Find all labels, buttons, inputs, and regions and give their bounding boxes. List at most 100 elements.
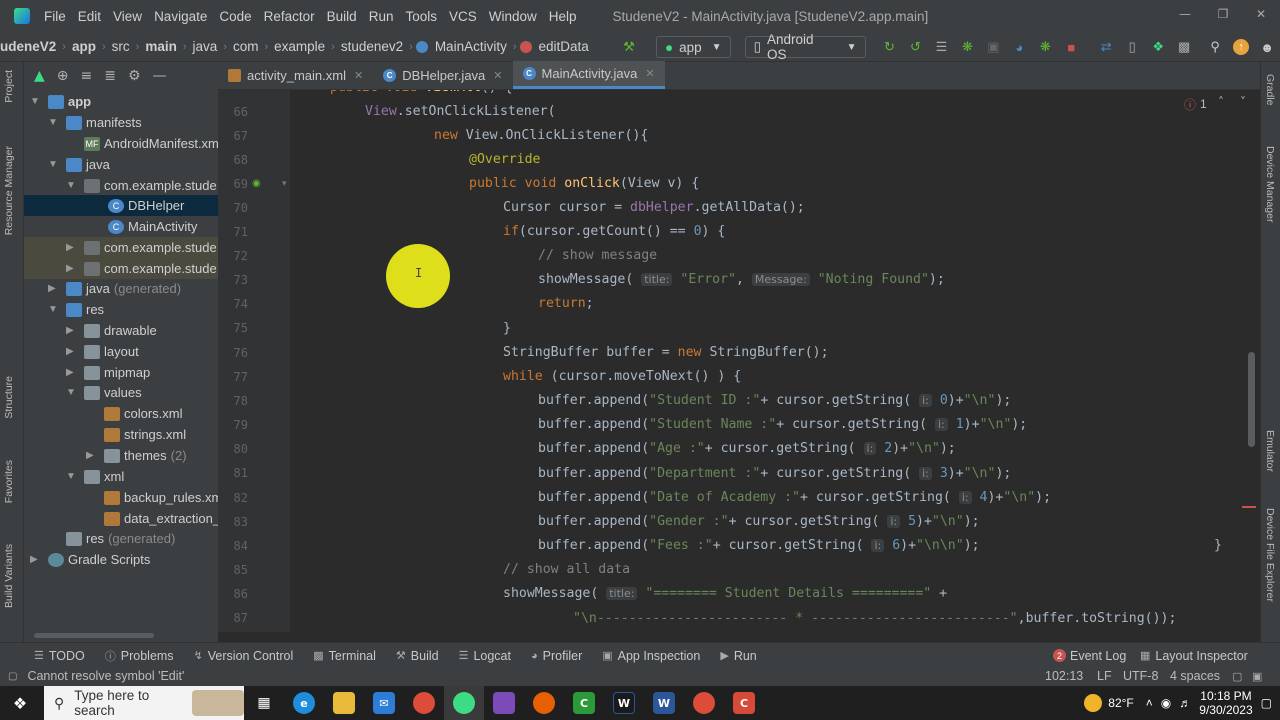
caret-position[interactable]: 102:13	[1045, 669, 1083, 683]
task-view-button[interactable]: ▦	[244, 686, 284, 720]
debug-icon[interactable]: ❋	[959, 39, 975, 55]
tree-item-values[interactable]: ▼ values	[66, 382, 142, 403]
collapse-all-icon[interactable]: ≣	[104, 68, 116, 84]
tree-item-themes[interactable]: ▶ themes (2)	[86, 445, 187, 466]
start-button[interactable]: ❖	[0, 686, 40, 720]
debug-attach-icon[interactable]: ❋	[1037, 39, 1053, 55]
toolwin-run[interactable]: ▶ Run	[720, 649, 756, 663]
tree-item-package[interactable]: ▼ com.example.stude	[66, 175, 217, 196]
tree-item-package-androidtest[interactable]: ▶ com.example.stude	[24, 237, 218, 258]
tree-item-xml[interactable]: ▼ xml	[66, 466, 124, 487]
search-icon[interactable]: ⚲	[1207, 39, 1223, 55]
toolwin-event-log[interactable]: 2 Event Log	[1053, 649, 1126, 663]
taskbar-chrome[interactable]	[404, 686, 444, 720]
tree-item-res-generated[interactable]: res (generated)	[66, 528, 175, 549]
vertical-scrollbar[interactable]	[1248, 352, 1255, 447]
breadcrumb-java[interactable]: java	[190, 39, 221, 54]
taskbar-visual-studio[interactable]	[484, 686, 524, 720]
tab-activity-main-xml[interactable]: activity_main.xml ✕	[218, 61, 373, 89]
tab-emulator[interactable]: Emulator	[1264, 430, 1276, 472]
breadcrumb-com[interactable]: com	[230, 39, 262, 54]
tree-item-gradle-scripts[interactable]: ▶ Gradle Scripts	[30, 549, 150, 570]
hammer-icon[interactable]: ⚒	[621, 39, 637, 55]
tab-device-file-explorer[interactable]: Device File Explorer	[1264, 508, 1276, 602]
horizontal-scrollbar[interactable]	[34, 633, 154, 638]
tree-item-colors[interactable]: colors.xml	[104, 403, 183, 424]
menu-view[interactable]: View	[107, 9, 148, 24]
toolwin-problems[interactable]: ⓘ Problems	[105, 648, 174, 664]
taskbar-chrome-2[interactable]	[684, 686, 724, 720]
tree-item-dbhelper[interactable]: C DBHelper	[24, 195, 218, 216]
override-marker-icon[interactable]: ◉	[252, 178, 261, 189]
tree-item-androidmanifest[interactable]: MF AndroidManifest.xml	[84, 133, 218, 154]
taskbar-word-dark[interactable]: W	[604, 686, 644, 720]
error-stripe-marker[interactable]	[1242, 506, 1256, 508]
fold-marker-icon[interactable]: ▾	[282, 179, 287, 189]
menu-run[interactable]: Run	[363, 9, 400, 24]
attach-icon[interactable]: ▣	[985, 39, 1001, 55]
inspection-error-icon[interactable]: ⓘ	[1184, 96, 1196, 113]
lock-icon[interactable]: ▢	[1232, 670, 1242, 683]
taskbar-camtasia[interactable]: C	[564, 686, 604, 720]
android-icon[interactable]: ▲	[34, 68, 45, 84]
network-icon[interactable]: ◉	[1161, 696, 1171, 710]
tab-project[interactable]: Project	[3, 70, 15, 103]
device-select[interactable]: ▯ Android OS ▼	[744, 32, 866, 62]
tree-item-strings[interactable]: strings.xml	[104, 424, 186, 445]
file-encoding[interactable]: UTF-8	[1123, 669, 1158, 683]
clock[interactable]: 10:18 PM 9/30/2023	[1199, 689, 1252, 717]
sync-icon[interactable]: ⇄	[1098, 39, 1114, 55]
user-icon[interactable]: ☻	[1259, 39, 1275, 55]
memory-icon[interactable]: ▣	[1252, 670, 1262, 683]
stop-icon[interactable]: ■	[1063, 39, 1079, 55]
tab-build-variants[interactable]: Build Variants	[3, 544, 15, 608]
breadcrumb-src[interactable]: src	[109, 39, 133, 54]
device-explorer-icon[interactable]: ▩	[1176, 39, 1192, 55]
notification-icon[interactable]: ▢	[1261, 696, 1272, 710]
tree-item-app[interactable]: ▼ app	[30, 91, 91, 112]
gear-icon[interactable]: ⚙	[128, 68, 141, 84]
tree-item-package-test[interactable]: ▶ com.example.stude	[24, 258, 218, 279]
taskbar-recorder[interactable]: C	[724, 686, 764, 720]
tree-item-backup-rules[interactable]: backup_rules.xml	[104, 487, 218, 508]
menu-refactor[interactable]: Refactor	[258, 9, 321, 24]
taskbar-search-input[interactable]: ⚲ Type here to search	[44, 686, 244, 720]
taskbar-word[interactable]: W	[644, 686, 684, 720]
tree-item-res[interactable]: ▼ res	[48, 299, 104, 320]
run-config-select[interactable]: ● app ▼	[655, 36, 731, 58]
breadcrumb-project[interactable]: udeneV2	[0, 39, 59, 54]
breadcrumb-studenev2[interactable]: studenev2	[338, 39, 406, 54]
tree-item-drawable[interactable]: ▶ drawable	[66, 320, 157, 341]
menu-tools[interactable]: Tools	[399, 9, 443, 24]
tab-favorites[interactable]: Favorites	[3, 460, 15, 503]
menu-code[interactable]: Code	[213, 9, 257, 24]
close-icon[interactable]: ✕	[1242, 0, 1280, 28]
tree-item-manifests[interactable]: ▼ manifests	[48, 112, 142, 133]
tree-item-data-extraction[interactable]: data_extraction_	[104, 508, 218, 529]
breadcrumb-mainactivity[interactable]: MainActivity	[432, 39, 510, 54]
tab-structure[interactable]: Structure	[3, 376, 15, 419]
toolwin-app-inspection[interactable]: ▣ App Inspection	[602, 649, 700, 663]
menu-help[interactable]: Help	[543, 9, 583, 24]
menu-window[interactable]: Window	[483, 9, 543, 24]
update-icon[interactable]: ↑	[1233, 39, 1250, 55]
tab-mainactivity-java[interactable]: C MainActivity.java ✕	[512, 61, 665, 89]
tab-dbhelper-java[interactable]: C DBHelper.java ✕	[373, 61, 512, 89]
tree-item-java[interactable]: ▼ java	[48, 154, 110, 175]
menu-build[interactable]: Build	[321, 9, 363, 24]
tab-gradle[interactable]: Gradle	[1264, 74, 1276, 106]
taskbar-edge[interactable]: e	[284, 686, 324, 720]
sdk-manager-icon[interactable]: ❖	[1150, 39, 1166, 55]
toolwin-terminal[interactable]: ▩ Terminal	[313, 649, 376, 663]
line-separator[interactable]: LF	[1097, 669, 1112, 683]
expand-all-icon[interactable]: ≡	[81, 68, 93, 84]
minimize-icon[interactable]: —	[1166, 0, 1204, 28]
close-tab-icon[interactable]: ✕	[645, 67, 654, 80]
taskbar-firefox[interactable]	[524, 686, 564, 720]
toolwin-layout-inspector[interactable]: ▦ Layout Inspector	[1140, 649, 1248, 663]
breadcrumb-app[interactable]: app	[69, 39, 99, 54]
breadcrumb-example[interactable]: example	[271, 39, 328, 54]
taskbar-mail[interactable]: ✉	[364, 686, 404, 720]
tree-item-layout[interactable]: ▶ layout	[66, 341, 139, 362]
close-tab-icon[interactable]: ✕	[493, 69, 502, 82]
